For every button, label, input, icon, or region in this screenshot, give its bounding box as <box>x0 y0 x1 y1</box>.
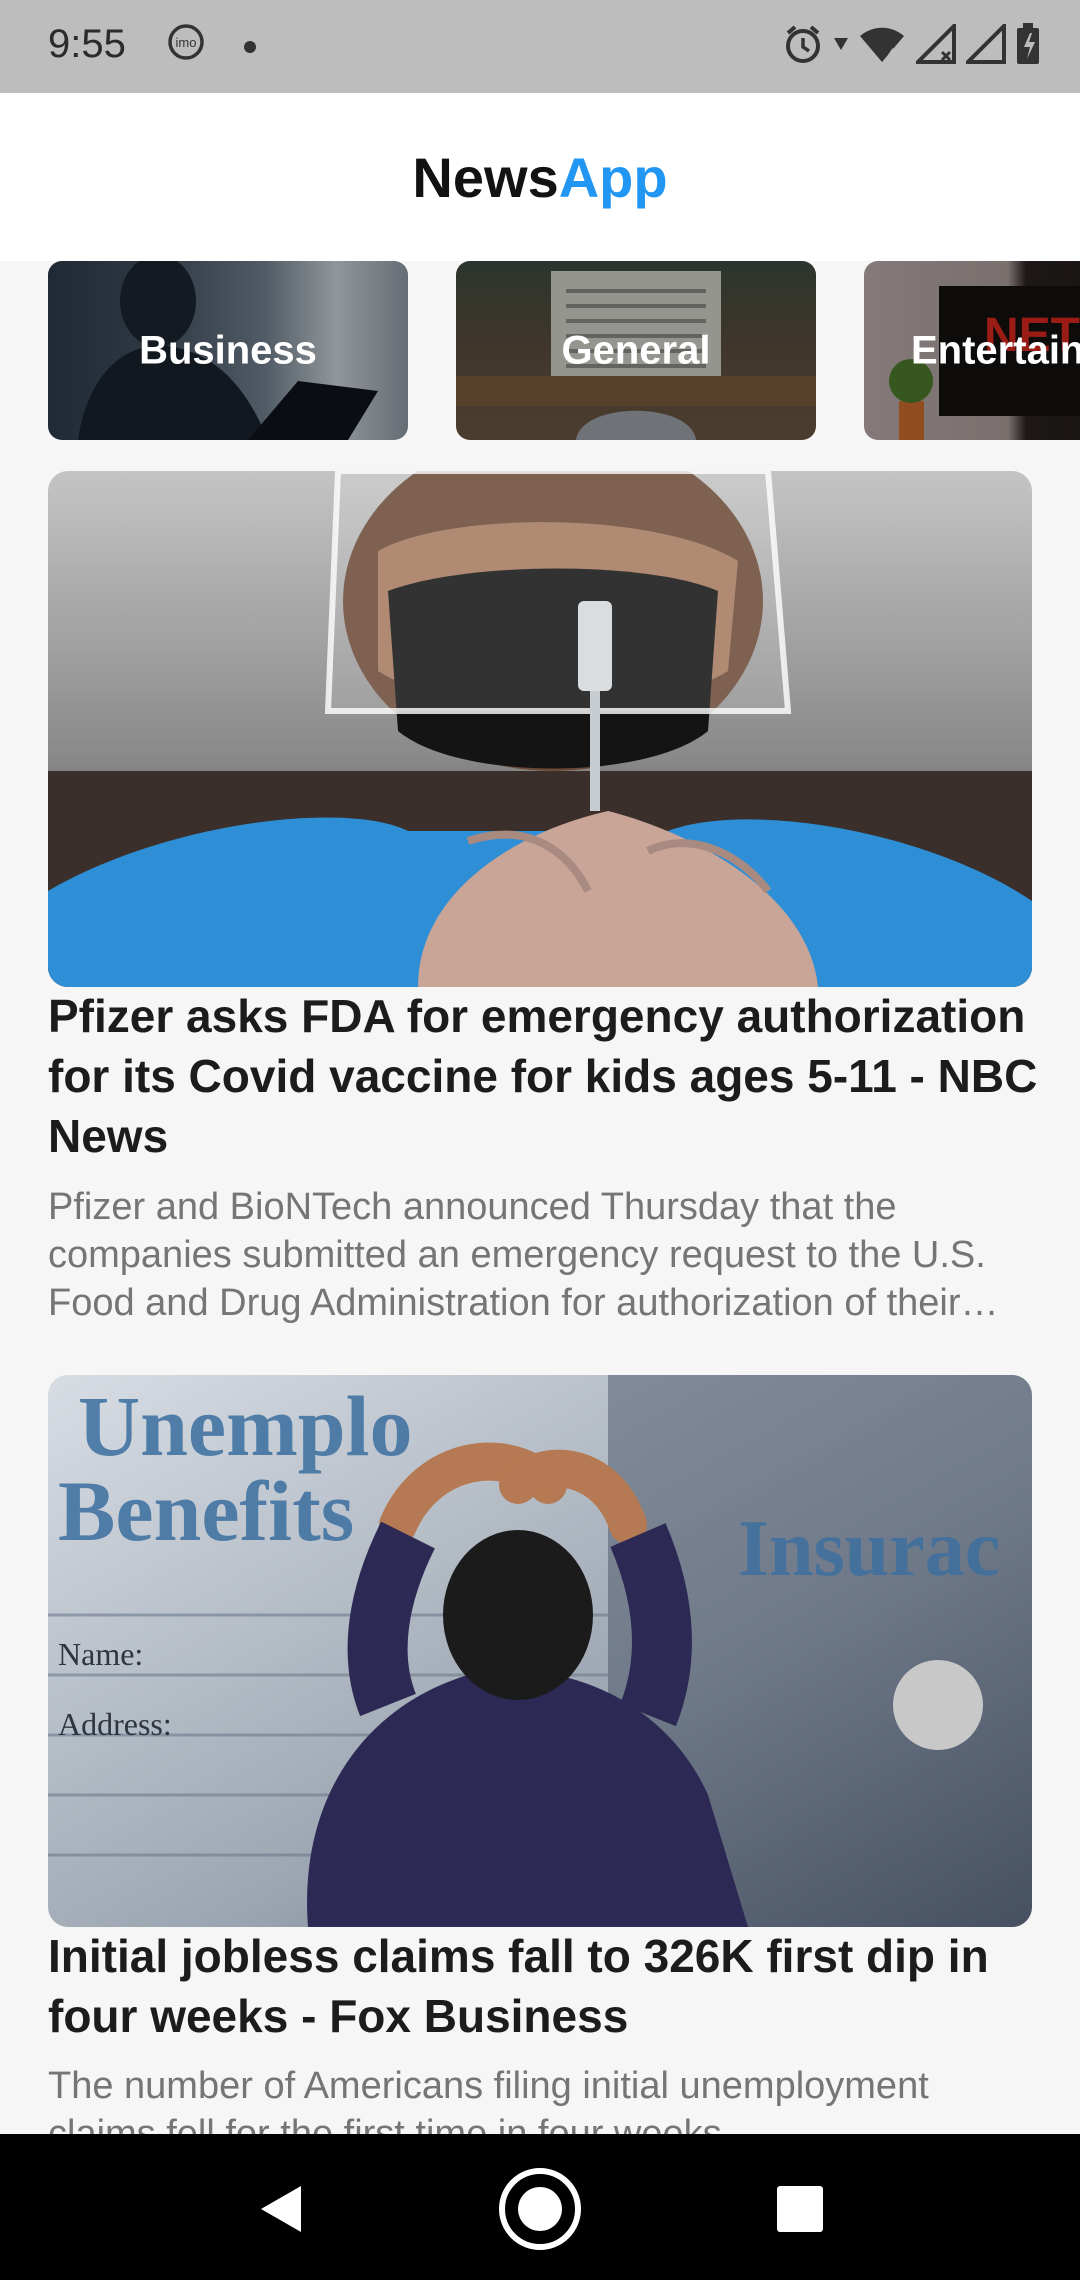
brand-title-app: App <box>558 145 668 209</box>
category-carousel[interactable]: Business General NETFLIX Entertainment <box>0 261 1080 441</box>
article-description: Pfizer and BioNTech announced Thursday t… <box>48 1186 986 1324</box>
svg-text:Unemplo: Unemplo <box>78 1378 412 1474</box>
svg-text:Address:: Address: <box>58 1706 172 1742</box>
article-photo-vaccine <box>48 471 1032 987</box>
svg-text:imo: imo <box>176 35 197 50</box>
svg-text:Insurac: Insurac <box>738 1505 1000 1593</box>
article-description: The number of Americans filing initial u… <box>48 2062 1032 2134</box>
cell-signal-icon <box>963 20 1006 69</box>
alarm-icon <box>782 23 824 70</box>
brand-title-news: News <box>412 145 559 209</box>
svg-text:Name:: Name: <box>58 1636 143 1672</box>
app-header: News App <box>0 93 1080 261</box>
battery-icon <box>1016 22 1040 70</box>
notification-dot-icon <box>244 40 256 58</box>
svg-text:Benefits: Benefits <box>58 1463 354 1559</box>
dropdown-arrow-icon <box>834 37 848 55</box>
category-label-entertainment: Entertainment <box>911 328 1080 372</box>
system-nav-bar <box>0 2134 1080 2280</box>
home-icon[interactable] <box>495 2164 585 2254</box>
article-title[interactable]: Initial jobless claims fall to 326K firs… <box>48 1926 1038 2046</box>
category-card-general[interactable]: General <box>456 261 816 440</box>
recents-icon[interactable] <box>755 2164 845 2254</box>
category-label-general: General <box>561 328 711 372</box>
category-card-business[interactable]: Business <box>48 261 408 440</box>
status-icons: 4 <box>782 20 1040 72</box>
imo-icon: imo <box>166 22 206 67</box>
category-card-entertainment[interactable]: NETFLIX Entertainment <box>864 261 1080 440</box>
article-description-text: The number of Americans filing initial u… <box>48 2065 929 2134</box>
status-bar: 9:55 imo 4 <box>0 0 1080 93</box>
cell-signal-icon <box>913 20 956 69</box>
article-image[interactable]: Unemplo Benefits Insurac Name: Address: <box>48 1375 1032 1927</box>
status-time: 9:55 <box>48 22 126 66</box>
back-icon[interactable] <box>235 2164 325 2254</box>
article-title[interactable]: Pfizer asks FDA for emergency authorizat… <box>48 986 1038 1166</box>
wifi-icon: 4 <box>858 24 906 69</box>
article-photo-jobless: Unemplo Benefits Insurac Name: Address: <box>48 1375 1032 1927</box>
category-label-business: Business <box>139 328 317 372</box>
article-image[interactable] <box>48 471 1032 987</box>
svg-text:4: 4 <box>888 45 896 61</box>
